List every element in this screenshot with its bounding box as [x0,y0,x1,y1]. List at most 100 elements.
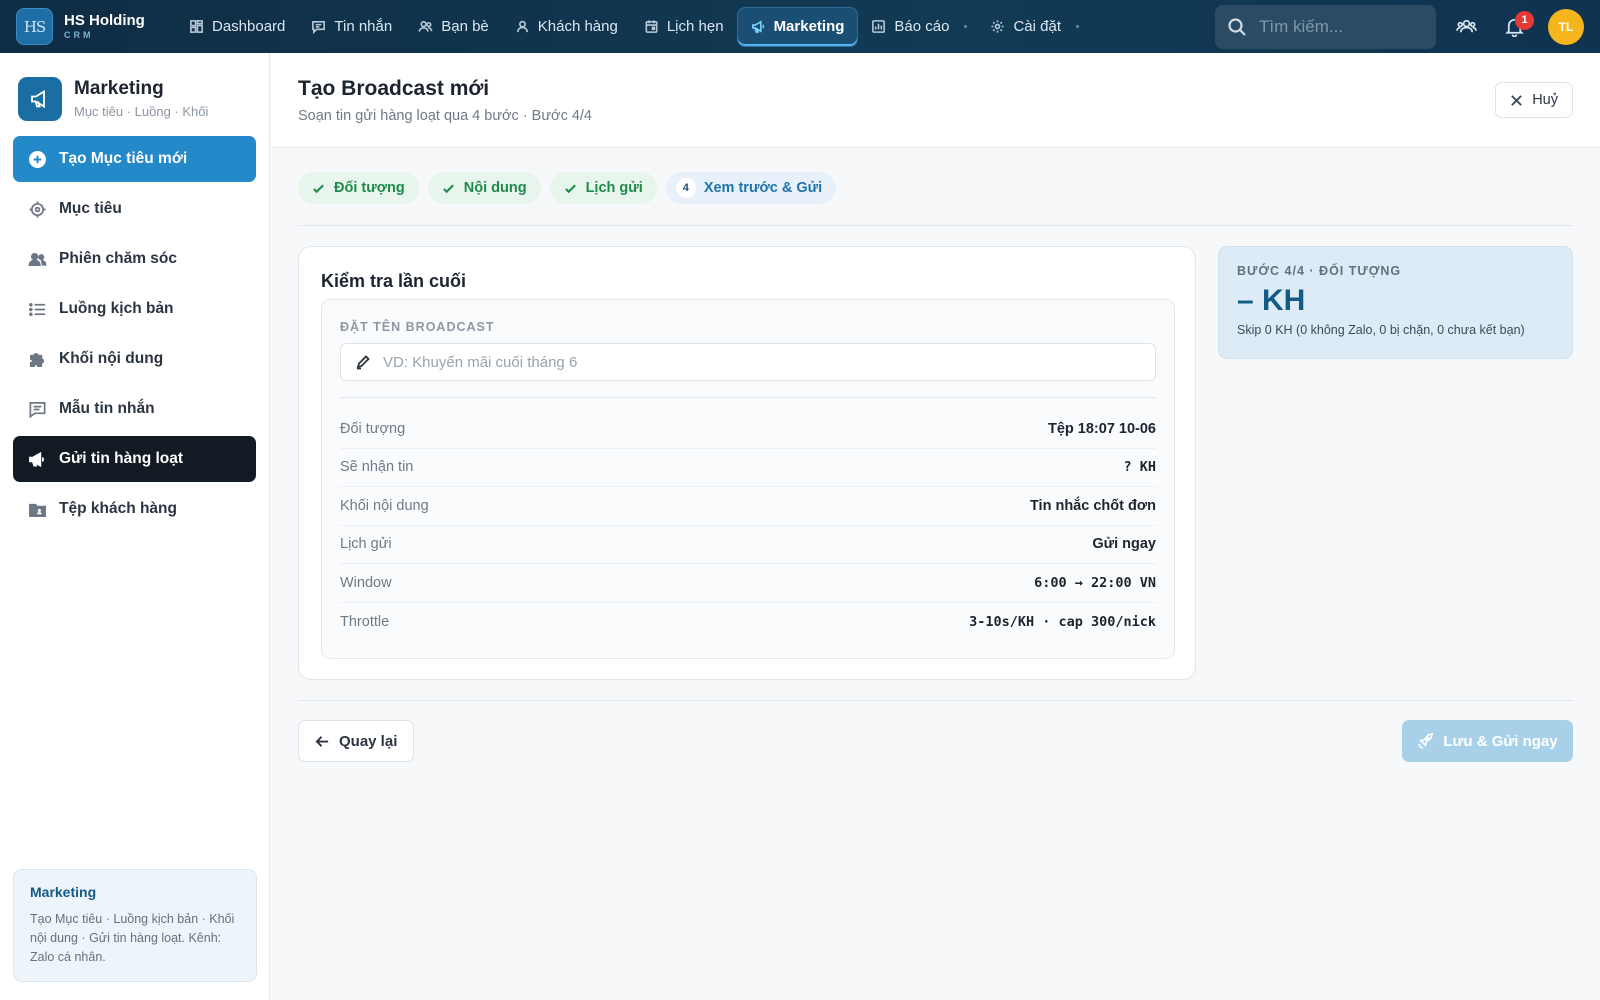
step-number: 4 [675,178,696,198]
row-label: Đối tượng [340,420,406,437]
cancel-button[interactable]: Huỷ [1495,82,1573,118]
main-content: Tạo Broadcast mới Soạn tin gửi hàng loạt… [271,53,1600,1000]
sidebar-info-box: Marketing Tạo Mục tiêu · Luồng kịch bản … [13,869,257,982]
row-label: Throttle [340,613,390,630]
page-header: Tạo Broadcast mới Soạn tin gửi hàng loạt… [271,53,1600,148]
brand-logo: HS [16,8,53,45]
nav-label: Tin nhắn [334,18,393,35]
summary-row: Window 6:00 → 22:00 VN [340,564,1156,603]
nav-separator [964,25,968,28]
sidebar-item-label: Tạo Mục tiêu mới [59,150,188,167]
sidebar-item-customer-files[interactable]: Tệp khách hàng [13,486,256,532]
row-label: Sẽ nhận tin [340,459,414,476]
summary-row: Đối tượng Tệp 18:07 10-06 [340,410,1156,449]
row-value: Gửi ngay [1092,536,1156,553]
nav-messages[interactable]: Tin nhắn [298,7,405,47]
nav-friends[interactable]: Bạn bè [405,7,502,47]
sidebar-item-label: Mục tiêu [59,200,122,217]
sidebar-item-create-goal[interactable]: Tạo Mục tiêu mới [13,136,256,182]
sidebar-item-content-blocks[interactable]: Khối nội dung [13,336,256,382]
page-subtitle: Soạn tin gửi hàng loạt qua 4 bước · Bước… [298,108,593,124]
top-navigation: HS HS Holding CRM Dashboard Tin nhắn Bạn… [0,0,1600,53]
sidebar-item-care-sessions[interactable]: Phiên chăm sóc [13,236,256,282]
nav-label: Bạn bè [441,18,489,35]
rocket-icon [1418,732,1434,749]
sidebar-item-scripts[interactable]: Luồng kịch bản [13,286,256,332]
nav-settings[interactable]: Cài đặt [977,7,1074,47]
brand-name: HS Holding [64,12,145,29]
send-label: Lưu & Gửi ngay [1443,732,1558,750]
back-button[interactable]: Quay lại [298,720,415,762]
notifications-button[interactable]: 1 [1496,9,1534,45]
back-label: Quay lại [339,732,398,750]
sidebar-item-label: Khối nội dung [59,350,164,367]
megaphone-icon [29,451,44,467]
sidebar-item-broadcast[interactable]: Gửi tin hàng loạt [13,436,256,482]
sidebar: Marketing Mục tiêu · Luồng · Khối Tạo Mụ… [0,53,270,1000]
audience-summary-label: BƯỚC 4/4 · ĐỐI TƯỢNG [1237,264,1402,278]
step-label: Xem trước & Gửi [703,180,823,196]
broadcast-name-input[interactable] [383,353,1083,371]
stepper: Đối tượng Nội dung Lịch gửi 4 Xem trước … [271,172,1600,204]
brand[interactable]: HS HS Holding CRM [16,8,176,45]
brand-sub: CRM [64,30,94,40]
sidebar-item-label: Tệp khách hàng [59,500,177,517]
step-label: Đối tượng [334,180,405,196]
target-icon [29,200,46,218]
nav-customers[interactable]: Khách hàng [502,7,631,47]
sidebar-title: Marketing [74,78,164,99]
calendar-icon [645,20,658,33]
search-icon [1228,17,1246,36]
edit-icon [356,355,370,370]
nav-reports[interactable]: Báo cáo [858,7,962,47]
audience-count: – KH [1237,284,1306,317]
nav-label: Báo cáo [894,18,950,35]
audience-summary-panel: BƯỚC 4/4 · ĐỐI TƯỢNG – KH Skip 0 KH (0 k… [1218,246,1573,359]
friends-button[interactable] [1448,9,1484,45]
row-label: Window [340,574,392,591]
audience-skip-note: Skip 0 KH (0 không Zalo, 0 bị chặn, 0 ch… [1237,323,1525,337]
sidebar-item-message-templates[interactable]: Mẫu tin nhắn [13,386,256,432]
sidebar-header-icon [18,76,62,121]
nav-dashboard[interactable]: Dashboard [176,7,298,47]
nav-marketing[interactable]: Marketing [736,6,859,47]
row-value: ? KH [1123,459,1156,476]
folder-user-icon [29,503,46,517]
nav-label: Khách hàng [537,18,618,35]
step-audience[interactable]: Đối tượng [298,172,419,204]
friends-icon [418,21,433,32]
sidebar-item-goals[interactable]: Mục tiêu [13,186,256,232]
review-card: Kiểm tra lần cuối ĐẶT TÊN BROADCAST Đối … [298,246,1196,680]
close-icon [1511,94,1523,106]
message-icon [312,21,326,34]
message-icon [29,401,46,418]
sidebar-item-label: Mẫu tin nhắn [59,400,155,417]
row-value: Tin nhắc chốt đơn [1029,497,1156,514]
sidebar-info-title: Marketing [30,884,97,900]
search-input[interactable] [1259,16,1419,37]
step-content[interactable]: Nội dung [427,172,541,204]
details-divider [340,397,1156,398]
check-icon [313,184,324,193]
nav-appointments[interactable]: Lịch hẹn [631,7,737,47]
sidebar-info-text: Tạo Mục tiêu · Luồng kịch bản · Khối nội… [30,912,235,964]
summary-row: Lịch gửi Gửi ngay [340,526,1156,564]
step-label: Lịch gửi [585,180,643,196]
nav-label: Cài đặt [1013,18,1061,35]
save-send-button[interactable]: Lưu & Gửi ngay [1402,720,1573,762]
step-schedule[interactable]: Lịch gửi [549,172,657,204]
sidebar-menu: Tạo Mục tiêu mới Mục tiêu Phiên chăm sóc… [0,128,269,532]
row-label: Lịch gửi [340,536,392,553]
footer-divider [298,700,1573,701]
chart-icon [872,20,886,33]
global-search [1215,4,1436,49]
cancel-label: Huỷ [1532,92,1558,108]
user-avatar[interactable]: TL [1548,8,1584,45]
list-icon [29,302,46,316]
nav-separator [1076,25,1079,28]
step-preview-send[interactable]: 4 Xem trước & Gửi [665,172,837,204]
summary-rows: Đối tượng Tệp 18:07 10-06 Sẽ nhận tin ? … [340,410,1156,641]
main-nav: Dashboard Tin nhắn Bạn bè Khách hàng Lịc… [176,0,1089,53]
row-value: 6:00 → 22:00 VN [1034,574,1156,591]
megaphone-icon [31,89,45,108]
